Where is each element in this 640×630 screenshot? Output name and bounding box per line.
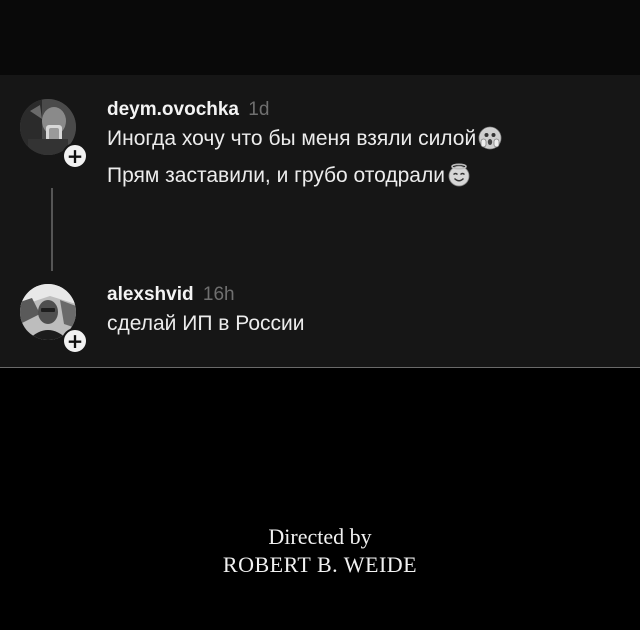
post-text: сделай ИП в России (107, 312, 305, 335)
thread-connector-line (51, 188, 53, 271)
post-text-line: Прям заставили, и грубо отодрали (107, 160, 627, 197)
directed-by-credits: Directed by ROBERT B. WEIDE (0, 523, 640, 579)
thread-card: + deym.ovochka 1d Иногда хочу что бы мен… (0, 75, 640, 368)
post-meta: deym.ovochka 1d (107, 99, 627, 123)
timestamp: 16h (202, 284, 235, 305)
credits-line-name: ROBERT B. WEIDE (222, 552, 418, 577)
post-text-line: сделай ИП в России (107, 308, 627, 340)
screaming-face-emoji (478, 126, 502, 160)
top-bar (0, 0, 640, 75)
follow-plus-icon[interactable]: + (62, 328, 88, 354)
username[interactable]: deym.ovochka (107, 99, 239, 120)
post-meta: alexshvid 16h (107, 284, 627, 308)
avatar-container[interactable]: + (20, 99, 88, 169)
follow-plus-icon[interactable]: + (62, 143, 88, 169)
timestamp: 1d (248, 99, 270, 120)
credits-line-directed-by: Directed by (268, 524, 372, 549)
post-text: Прям заставили, и грубо отодрали (107, 164, 445, 187)
post-text: Иногда хочу что бы меня взяли силой (107, 127, 477, 150)
post-text-line: Иногда хочу что бы меня взяли силой (107, 123, 627, 160)
meme-screenshot: + deym.ovochka 1d Иногда хочу что бы мен… (0, 0, 640, 630)
post-body: deym.ovochka 1d Иногда хочу что бы меня … (107, 99, 627, 197)
smiling-face-with-halo-emoji (447, 163, 471, 197)
username[interactable]: alexshvid (107, 284, 194, 305)
avatar-container[interactable]: + (20, 284, 88, 354)
post-body: alexshvid 16h сделай ИП в России (107, 284, 627, 340)
